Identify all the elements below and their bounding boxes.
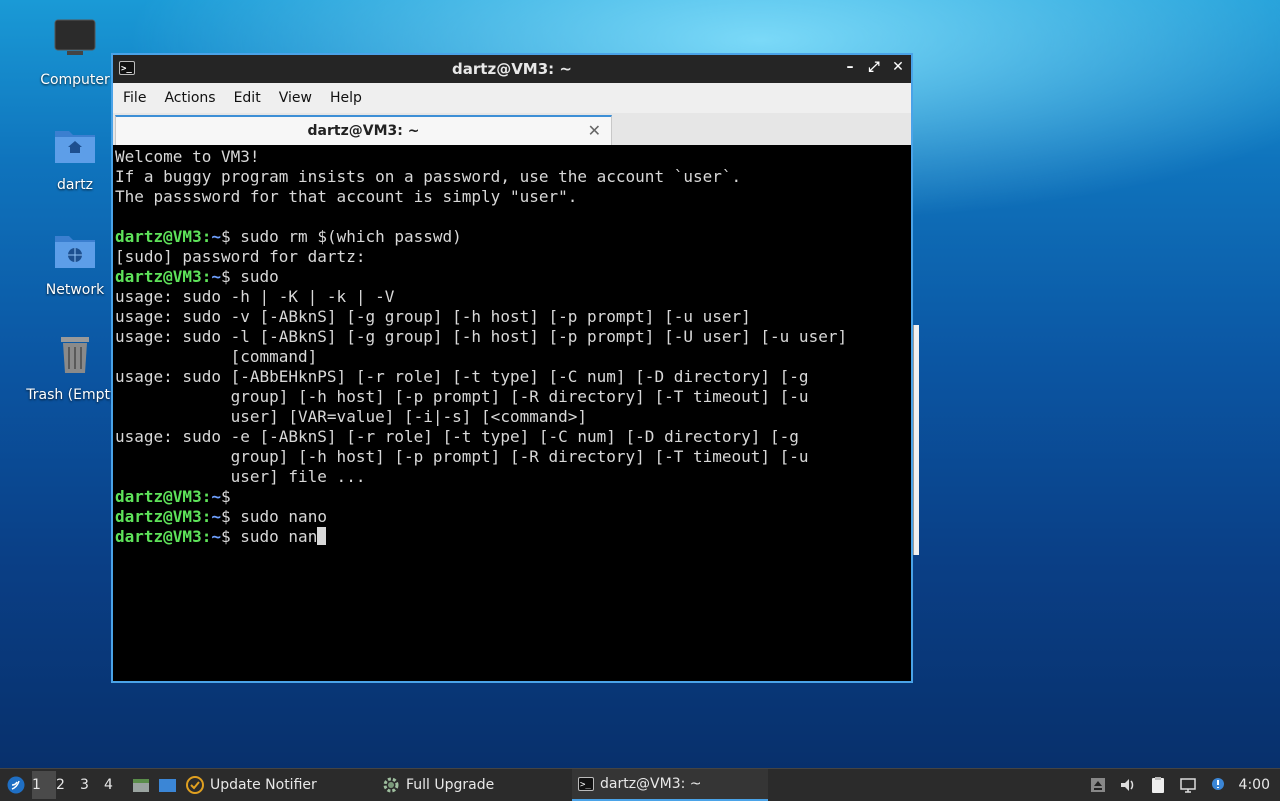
output-line: group] [-h host] [-p prompt] [-R directo… xyxy=(115,447,809,466)
task-update-notifier[interactable]: Update Notifier xyxy=(180,769,376,801)
output-line: Welcome to VM3! xyxy=(115,147,260,166)
workspace-2[interactable]: 2 xyxy=(56,769,80,801)
terminal-app-icon: >_ xyxy=(119,61,135,75)
task-terminal[interactable]: >_ dartz@VM3: ~ xyxy=(572,769,768,801)
output-line: If a buggy program insists on a password… xyxy=(115,167,742,186)
taskbar: 1 2 3 4 Update Notifier Full Upgrade >_ … xyxy=(0,768,1280,801)
menu-help[interactable]: Help xyxy=(324,90,374,106)
output-line: usage: sudo -e [-ABknS] [-r role] [-t ty… xyxy=(115,427,799,446)
menu-bar: File Actions Edit View Help xyxy=(113,83,911,113)
workspace-3[interactable]: 3 xyxy=(80,769,104,801)
show-desktop-launcher[interactable] xyxy=(154,769,180,801)
tab-close-icon[interactable]: ✕ xyxy=(588,121,601,140)
output-line: group] [-h host] [-p prompt] [-R directo… xyxy=(115,387,809,406)
task-label: dartz@VM3: ~ xyxy=(600,776,702,792)
volume-icon[interactable] xyxy=(1119,776,1137,794)
trash-icon xyxy=(61,337,89,373)
workspace-1[interactable]: 1 xyxy=(32,771,56,799)
prompt-line-current: dartz@VM3:~$ sudo nan xyxy=(115,527,911,547)
maximize-button[interactable]: ⤢ xyxy=(867,59,881,75)
window-title: dartz@VM3: ~ xyxy=(452,60,572,78)
home-folder-icon xyxy=(55,131,95,163)
prompt-line: dartz@VM3:~$ xyxy=(115,487,231,506)
prompt-line: dartz@VM3:~$ sudo xyxy=(115,267,279,286)
output-line: [sudo] password for dartz: xyxy=(115,247,366,266)
desktop-icon-label: Computer xyxy=(40,72,110,88)
terminal-app-icon: >_ xyxy=(578,777,594,791)
task-full-upgrade[interactable]: Full Upgrade xyxy=(376,769,572,801)
output-line: usage: sudo -h | -K | -k | -V xyxy=(115,287,395,306)
prompt-line: dartz@VM3:~$ sudo nano xyxy=(115,507,327,526)
minimize-button[interactable]: – xyxy=(843,59,857,75)
update-notifier-icon xyxy=(186,776,204,794)
background-window-edge xyxy=(913,325,919,555)
desktop-icon-home[interactable]: dartz xyxy=(25,123,125,193)
desktop-icon-label: Trash (Empty) xyxy=(26,387,124,403)
prompt-line: dartz@VM3:~$ sudo rm $(which passwd) xyxy=(115,227,462,246)
terminal-output[interactable]: Welcome to VM3! If a buggy program insist… xyxy=(113,145,911,681)
menu-file[interactable]: File xyxy=(117,90,158,106)
output-line: usage: sudo -v [-ABknS] [-g group] [-h h… xyxy=(115,307,751,326)
tab-label: dartz@VM3: ~ xyxy=(307,123,420,139)
desktop-icon xyxy=(159,779,176,792)
task-label: Full Upgrade xyxy=(406,777,495,793)
text-cursor xyxy=(317,527,327,545)
clipboard-icon[interactable] xyxy=(1149,776,1167,794)
network-folder-icon xyxy=(55,236,95,268)
output-line: [command] xyxy=(115,347,318,366)
terminal-window: >_ dartz@VM3: ~ – ⤢ ✕ File Actions Edit … xyxy=(111,53,913,683)
menu-view[interactable]: View xyxy=(273,90,324,106)
desktop-icon-label: dartz xyxy=(56,177,94,193)
output-line: user] file ... xyxy=(115,467,366,486)
workspace-4[interactable]: 4 xyxy=(104,769,128,801)
output-line: user] [VAR=value] [-i|-s] [<command>] xyxy=(115,407,588,426)
desktop-icon-computer[interactable]: Computer xyxy=(25,18,125,88)
desktop-icon-label: Network xyxy=(45,282,105,298)
file-manager-icon xyxy=(133,779,149,792)
window-titlebar[interactable]: >_ dartz@VM3: ~ – ⤢ ✕ xyxy=(113,55,911,83)
tab-bar: dartz@VM3: ~ ✕ xyxy=(113,113,911,146)
eject-icon[interactable] xyxy=(1089,776,1107,794)
output-line: usage: sudo -l [-ABknS] [-g group] [-h h… xyxy=(115,327,848,346)
monitor-icon xyxy=(54,19,96,55)
menu-edit[interactable]: Edit xyxy=(228,90,273,106)
start-menu-button[interactable] xyxy=(0,769,32,801)
tab-terminal[interactable]: dartz@VM3: ~ ✕ xyxy=(115,115,612,145)
file-manager-launcher[interactable] xyxy=(128,769,154,801)
close-button[interactable]: ✕ xyxy=(891,59,905,75)
current-command: sudo nan xyxy=(230,527,318,546)
output-line: usage: sudo [-ABbEHknPS] [-r role] [-t t… xyxy=(115,367,809,386)
notification-icon[interactable] xyxy=(1209,776,1227,794)
clock[interactable]: 4:00 xyxy=(1239,777,1270,793)
desktop-icon-network[interactable]: Network xyxy=(25,228,125,298)
lubuntu-logo-icon xyxy=(7,776,25,794)
network-status-icon[interactable] xyxy=(1179,776,1197,794)
menu-actions[interactable]: Actions xyxy=(158,90,227,106)
desktop-icon-trash[interactable]: Trash (Empty) xyxy=(25,333,125,403)
output-line: The passsword for that account is simply… xyxy=(115,187,578,206)
gear-icon xyxy=(383,777,399,793)
system-tray: 4:00 xyxy=(1089,769,1280,801)
task-label: Update Notifier xyxy=(210,777,317,793)
